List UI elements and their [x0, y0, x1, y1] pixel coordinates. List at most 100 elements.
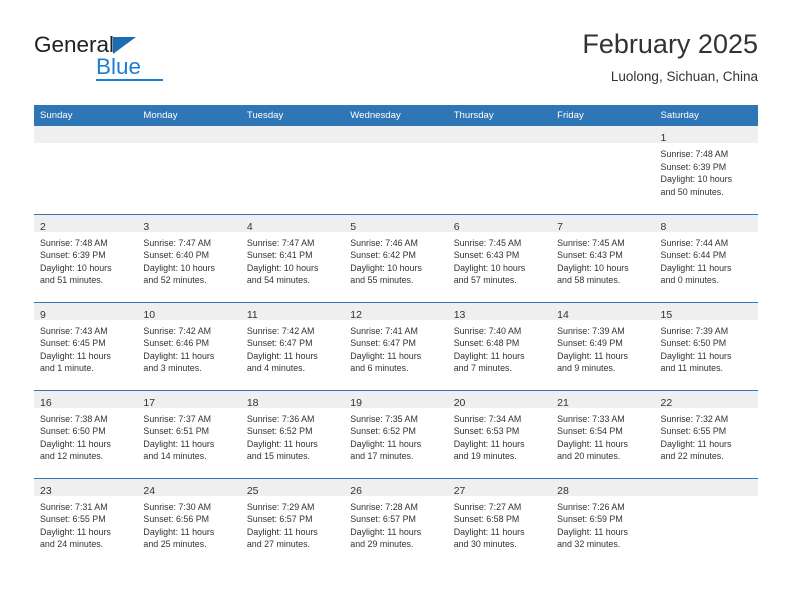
calendar-day-cell[interactable]: 1 Sunrise: 7:48 AM Sunset: 6:39 PM Daylight…: [654, 126, 758, 214]
calendar-day-cell[interactable]: 2 Sunrise: 7:48 AM Sunset: 6:39 PM Daylight…: [34, 213, 138, 302]
day-number-band: [447, 126, 552, 143]
calendar-day-cell[interactable]: 17 Sunrise: 7:37 AM Sunset: 6:51 PM Dayligh…: [137, 389, 241, 478]
day-detail-line: Sunset: 6:51 PM: [143, 426, 210, 437]
day-detail-line: Daylight: 10 hours: [350, 262, 422, 273]
calendar-day-cell[interactable]: 3 Sunrise: 7:47 AM Sunset: 6:40 PM Daylight…: [137, 213, 241, 302]
calendar-day-cell[interactable]: 13 Sunrise: 7:40 AM Sunset: 6:48 PM Dayligh…: [447, 301, 552, 390]
day-detail-line: Daylight: 11 hours: [453, 438, 525, 449]
day-number: 25: [246, 484, 259, 497]
calendar-day-cell[interactable]: 11 Sunrise: 7:42 AM Sunset: 6:47 PM Dayligh…: [240, 301, 345, 390]
day-number: 3: [143, 220, 150, 233]
calendar-day-cell[interactable]: 28 Sunrise: 7:26 AM Sunset: 6:59 PM Dayligh…: [551, 477, 655, 566]
day-number-band: [551, 126, 655, 143]
calendar-day-cell[interactable]: 9 Sunrise: 7:43 AM Sunset: 6:45 PM Daylight…: [34, 301, 138, 390]
day-number-band: 26: [344, 478, 448, 497]
day-detail-line: Daylight: 11 hours: [557, 438, 628, 449]
day-cell-body: Sunrise: 7:34 AM Sunset: 6:53 PM Daylight:…: [448, 408, 551, 463]
day-number-band: 15: [654, 302, 758, 321]
calendar-day-cell[interactable]: 21 Sunrise: 7:33 AM Sunset: 6:54 PM Dayligh…: [551, 389, 655, 478]
calendar-day-cell[interactable]: 12 Sunrise: 7:41 AM Sunset: 6:47 PM Dayligh…: [344, 301, 448, 390]
day-cell-body: Sunrise: 7:33 AM Sunset: 6:54 PM Daylight:…: [551, 408, 654, 463]
calendar-empty-cell: [344, 126, 448, 214]
day-cell-body: Sunrise: 7:42 AM Sunset: 6:47 PM Daylight:…: [241, 320, 344, 375]
day-detail-line: and 50 minutes.: [660, 186, 724, 197]
day-detail-line: Sunset: 6:48 PM: [453, 338, 520, 349]
day-detail-line: and 11 minutes.: [660, 363, 724, 374]
day-detail-line: Daylight: 11 hours: [660, 262, 732, 273]
weekday-header-friday: Friday: [551, 105, 655, 126]
day-detail-line: Daylight: 11 hours: [40, 350, 111, 361]
day-number-band: [34, 126, 138, 143]
day-number-band: 16: [34, 390, 138, 409]
day-detail-line: Daylight: 11 hours: [143, 526, 215, 537]
day-detail-line: Sunrise: 7:33 AM: [557, 413, 625, 424]
calendar-day-cell[interactable]: 23 Sunrise: 7:31 AM Sunset: 6:55 PM Dayligh…: [34, 477, 138, 566]
day-cell-body: [551, 143, 654, 148]
day-detail-line: Sunset: 6:40 PM: [143, 250, 210, 261]
calendar-day-cell[interactable]: 15 Sunrise: 7:39 AM Sunset: 6:50 PM Dayligh…: [654, 301, 758, 390]
calendar-day-cell[interactable]: 22 Sunrise: 7:32 AM Sunset: 6:55 PM Dayligh…: [654, 389, 758, 478]
day-cell-body: Sunrise: 7:37 AM Sunset: 6:51 PM Daylight:…: [137, 408, 240, 463]
day-cell-body: Sunrise: 7:27 AM Sunset: 6:58 PM Daylight:…: [448, 496, 551, 551]
day-detail-line: Sunrise: 7:28 AM: [350, 501, 418, 512]
page-subtitle-location: Luolong, Sichuan, China: [610, 68, 758, 84]
day-detail-line: Daylight: 11 hours: [40, 438, 111, 449]
day-detail-line: Sunrise: 7:44 AM: [660, 237, 729, 248]
calendar-day-cell[interactable]: 16 Sunrise: 7:38 AM Sunset: 6:50 PM Dayligh…: [34, 389, 138, 478]
day-detail-line: Sunset: 6:52 PM: [246, 426, 313, 437]
calendar-day-cell[interactable]: 14 Sunrise: 7:39 AM Sunset: 6:49 PM Dayligh…: [551, 301, 655, 390]
calendar-day-cell[interactable]: 18 Sunrise: 7:36 AM Sunset: 6:52 PM Dayligh…: [240, 389, 345, 478]
day-detail-line: Sunrise: 7:29 AM: [246, 501, 315, 512]
calendar-day-cell[interactable]: 27 Sunrise: 7:27 AM Sunset: 6:58 PM Dayligh…: [447, 477, 552, 566]
day-number-band: 4: [240, 214, 345, 233]
calendar-empty-cell: [551, 126, 655, 214]
calendar-day-cell[interactable]: 26 Sunrise: 7:28 AM Sunset: 6:57 PM Dayligh…: [344, 477, 448, 566]
day-number: 5: [350, 220, 357, 233]
calendar-day-cell[interactable]: 10 Sunrise: 7:42 AM Sunset: 6:46 PM Dayligh…: [137, 301, 241, 390]
day-detail-line: Sunrise: 7:48 AM: [40, 237, 108, 248]
day-number: 18: [246, 396, 259, 409]
calendar-day-cell[interactable]: 7 Sunrise: 7:45 AM Sunset: 6:43 PM Daylight…: [551, 213, 655, 302]
day-number-band: 28: [551, 478, 655, 497]
weekday-header-thursday: Thursday: [447, 105, 552, 126]
calendar-day-cell[interactable]: 8 Sunrise: 7:44 AM Sunset: 6:44 PM Daylight…: [654, 213, 758, 302]
calendar-day-cell[interactable]: 25 Sunrise: 7:29 AM Sunset: 6:57 PM Dayligh…: [240, 477, 345, 566]
day-cell-body: Sunrise: 7:36 AM Sunset: 6:52 PM Daylight:…: [241, 408, 344, 463]
day-detail-line: Sunrise: 7:26 AM: [557, 501, 625, 512]
day-detail-line: Sunrise: 7:42 AM: [246, 325, 315, 336]
day-number-band: 8: [654, 214, 758, 233]
day-detail-line: Daylight: 11 hours: [246, 526, 318, 537]
calendar-page: General Blue February 2025 Luolong, Sich…: [0, 0, 792, 612]
day-detail-line: and 14 minutes.: [143, 451, 207, 462]
day-number-band: 1: [654, 126, 758, 144]
day-cell-body: Sunrise: 7:38 AM Sunset: 6:50 PM Daylight:…: [34, 408, 137, 463]
day-number: 24: [143, 484, 156, 497]
calendar-day-cell[interactable]: 5 Sunrise: 7:46 AM Sunset: 6:42 PM Daylight…: [344, 213, 448, 302]
calendar-empty-cell: [34, 126, 138, 214]
day-cell-body: Sunrise: 7:32 AM Sunset: 6:55 PM Daylight:…: [655, 408, 758, 463]
day-detail-line: Daylight: 11 hours: [40, 526, 111, 537]
day-number-band: 2: [34, 214, 138, 233]
day-detail-line: Sunrise: 7:42 AM: [143, 325, 212, 336]
day-detail-line: Sunrise: 7:41 AM: [350, 325, 418, 336]
day-detail-line: Sunset: 6:43 PM: [557, 250, 623, 261]
calendar-day-cell[interactable]: 19 Sunrise: 7:35 AM Sunset: 6:52 PM Dayligh…: [344, 389, 448, 478]
day-detail-line: Daylight: 10 hours: [143, 262, 215, 273]
calendar-day-cell[interactable]: 6 Sunrise: 7:45 AM Sunset: 6:43 PM Daylight…: [447, 213, 552, 302]
weekday-header-wednesday: Wednesday: [344, 105, 448, 126]
calendar-empty-cell: [240, 126, 345, 214]
day-detail-line: Sunset: 6:56 PM: [143, 514, 210, 525]
day-number-band: 17: [137, 390, 241, 409]
day-detail-line: and 32 minutes.: [557, 539, 621, 550]
day-detail-line: Sunset: 6:49 PM: [557, 338, 623, 349]
day-detail-line: Sunset: 6:53 PM: [453, 426, 520, 437]
day-detail-line: Sunset: 6:57 PM: [246, 514, 313, 525]
day-detail-line: Sunset: 6:42 PM: [350, 250, 416, 261]
day-detail-line: Daylight: 11 hours: [350, 526, 422, 537]
calendar-day-cell[interactable]: 4 Sunrise: 7:47 AM Sunset: 6:41 PM Daylight…: [240, 213, 345, 302]
calendar-day-cell[interactable]: 20 Sunrise: 7:34 AM Sunset: 6:53 PM Dayligh…: [447, 389, 552, 478]
day-number-band: 22: [654, 390, 758, 409]
calendar-day-cell[interactable]: 24 Sunrise: 7:30 AM Sunset: 6:56 PM Dayligh…: [137, 477, 241, 566]
day-cell-body: Sunrise: 7:31 AM Sunset: 6:55 PM Daylight:…: [34, 496, 137, 551]
day-cell-body: Sunrise: 7:41 AM Sunset: 6:47 PM Daylight:…: [344, 320, 447, 375]
